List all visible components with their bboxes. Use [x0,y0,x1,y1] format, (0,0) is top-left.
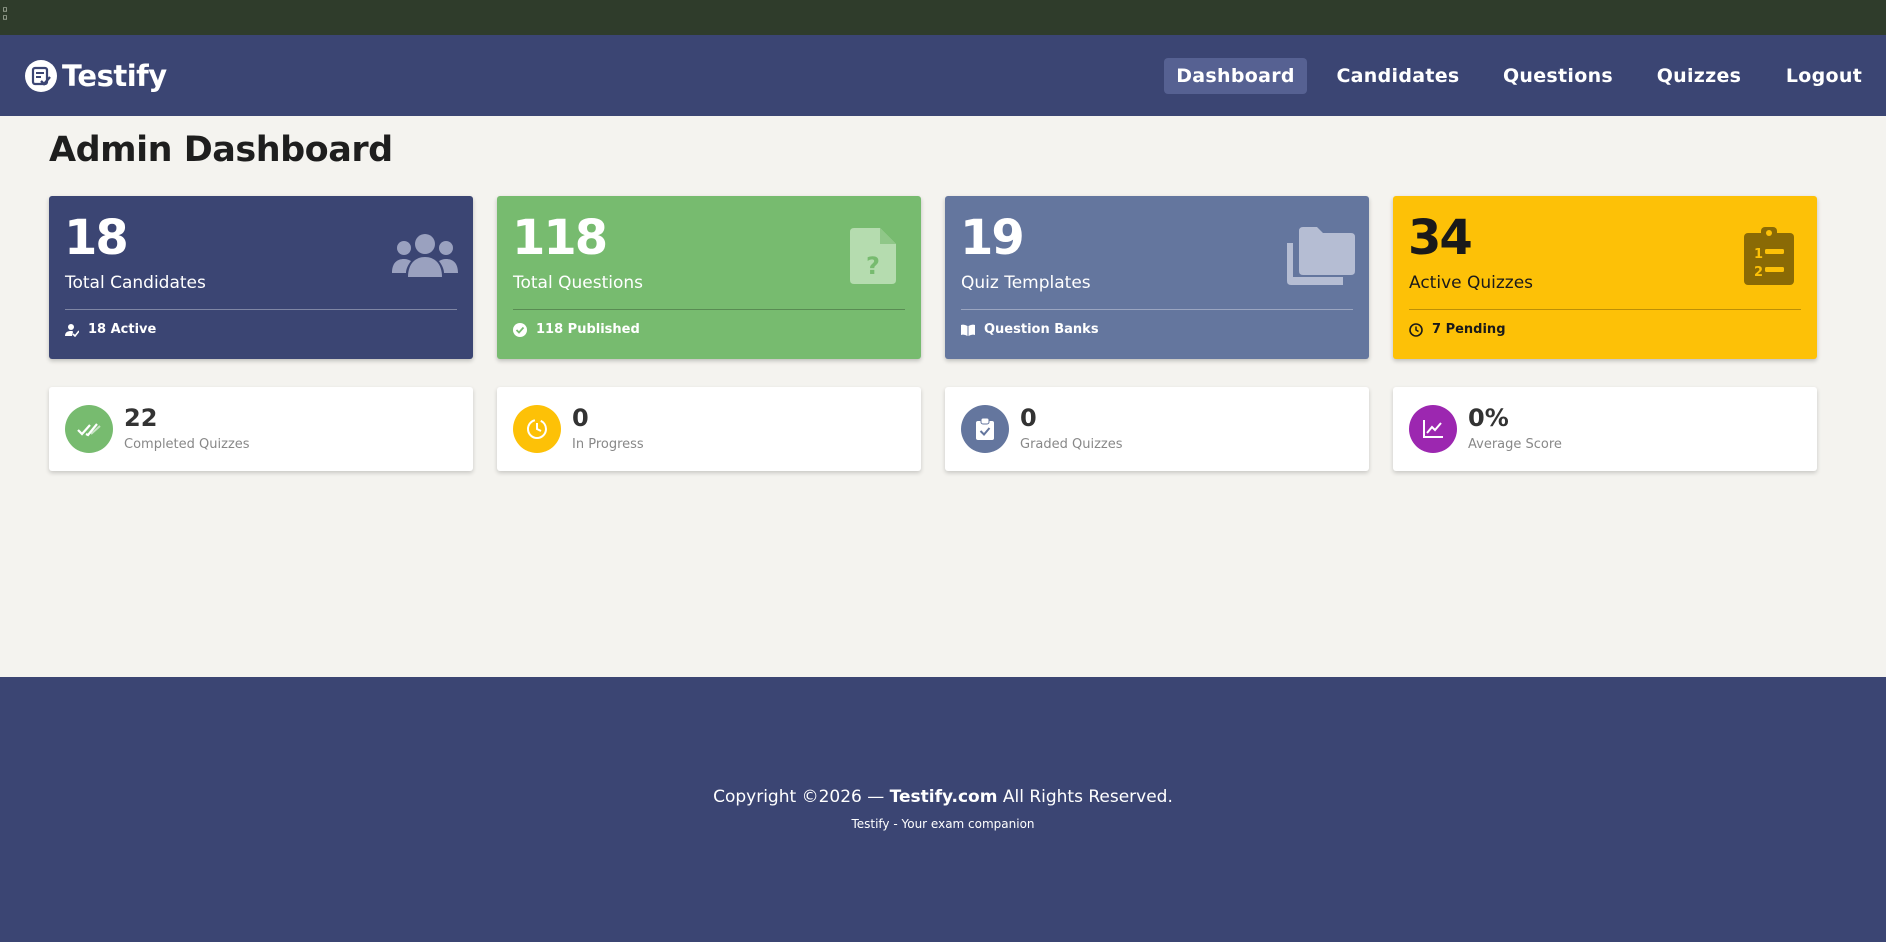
stat-label: Quiz Templates [961,273,1091,293]
mini-stat-value: 22 [124,404,158,432]
nav-candidates[interactable]: Candidates [1331,58,1465,94]
stat-card-templates[interactable]: 19 Quiz Templates Question Banks [945,196,1369,359]
nav-quizzes[interactable]: Quizzes [1649,58,1749,94]
stat-label: Total Candidates [65,273,206,293]
stat-value: 118 [512,210,608,266]
stat-footer: 18 Active [65,322,156,337]
stat-card-active-quizzes[interactable]: 34 Active Quizzes 1 2 7 Pending [1393,196,1817,359]
users-icon [391,226,459,286]
mini-stat-label: In Progress [572,437,644,452]
navbar: Testify Dashboard Candidates Questions Q… [0,35,1886,116]
page-title: Admin Dashboard [49,130,393,170]
brand-link[interactable]: Testify [25,56,167,96]
mini-stat-value: 0 [1020,404,1037,432]
mini-stat-label: Graded Quizzes [1020,437,1123,452]
stat-footer-text: 18 Active [88,322,157,337]
stat-footer: 7 Pending [1409,322,1506,337]
footer-copyright: Copyright ©2026 — Testify.com All Rights… [0,787,1886,807]
brand-name: Testify [62,59,167,93]
stat-card-candidates[interactable]: 18 Total Candidates 18 Active [49,196,473,359]
clock-icon [513,405,561,453]
footer-site-link[interactable]: Testify.com [890,787,998,807]
testify-logo-icon [25,60,57,92]
card-divider [961,309,1353,310]
window-top-bar: ▫ ▫ [0,0,1886,35]
folders-icon [1287,226,1355,286]
mini-stat-value: 0% [1468,404,1509,432]
line-chart-icon [1409,405,1457,453]
stat-label: Total Questions [513,273,643,293]
clipboard-list-icon: 1 2 [1735,226,1803,286]
book-open-icon [961,323,975,337]
footer-rights: All Rights Reserved. [1002,787,1173,807]
stat-value: 19 [960,210,1025,266]
card-divider [513,309,905,310]
stat-card-questions[interactable]: 118 Total Questions ? 118 Published [497,196,921,359]
footer: Copyright ©2026 — Testify.com All Rights… [0,677,1886,942]
mini-card-average-score[interactable]: 0% Average Score [1393,387,1817,471]
check-circle-icon [513,322,527,337]
grip-icon[interactable]: ▫ ▫ [2,5,9,23]
svg-text:1: 1 [1754,247,1763,262]
stat-footer-text: 118 Published [536,322,640,337]
stat-value: 34 [1408,210,1473,266]
stat-footer-text: Question Banks [984,322,1099,337]
card-divider [1409,309,1801,310]
user-check-icon [65,323,79,337]
nav-logout[interactable]: Logout [1777,58,1871,94]
card-divider [65,309,457,310]
clipboard-check-icon [961,405,1009,453]
mini-card-in-progress[interactable]: 0 In Progress [497,387,921,471]
mini-card-completed[interactable]: 22 Completed Quizzes [49,387,473,471]
footer-copyright-prefix: Copyright ©2026 — [713,787,885,807]
mini-stat-value: 0 [572,404,589,432]
stat-footer: Question Banks [961,322,1099,337]
nav-dashboard[interactable]: Dashboard [1164,58,1307,94]
svg-text:?: ? [866,252,880,280]
stat-footer-text: 7 Pending [1432,322,1506,337]
clock-icon [1409,322,1423,337]
stat-value: 18 [64,210,129,266]
svg-text:2: 2 [1754,265,1763,280]
footer-tagline: Testify - Your exam companion [851,817,1035,831]
stat-footer: 118 Published [513,322,640,337]
question-file-icon: ? [839,226,907,286]
double-check-icon [65,405,113,453]
mini-stat-label: Average Score [1468,437,1562,452]
nav-questions[interactable]: Questions [1497,58,1619,94]
stat-label: Active Quizzes [1409,273,1534,293]
mini-stat-label: Completed Quizzes [124,437,250,452]
mini-card-graded[interactable]: 0 Graded Quizzes [945,387,1369,471]
